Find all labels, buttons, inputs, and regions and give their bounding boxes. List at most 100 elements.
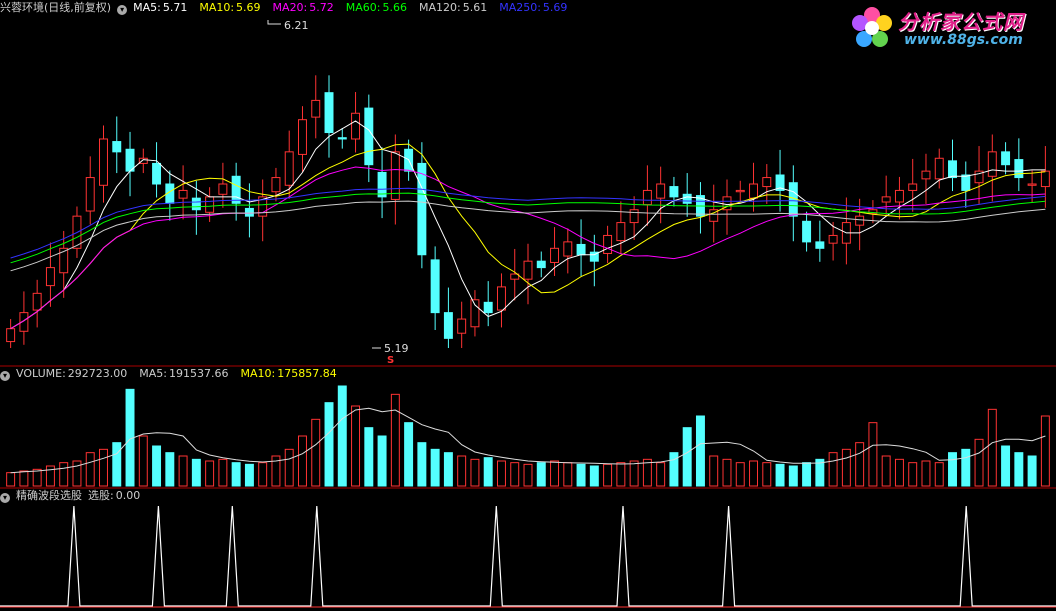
chevron-down-icon[interactable]: ▾ <box>117 5 128 15</box>
indicator-ma10: MA10: 175857.84 <box>241 367 343 380</box>
volume-bar <box>709 455 719 487</box>
volume-bar <box>112 442 122 487</box>
chevron-down-icon[interactable]: ▾ <box>0 371 10 381</box>
volume-bar <box>470 458 480 487</box>
candle-body <box>470 299 480 328</box>
indicator-label: MA10: <box>199 1 235 14</box>
volume-bar <box>921 460 931 487</box>
candle-body <box>271 177 281 193</box>
indicator-ma250: MA250: 5.69 <box>499 1 573 14</box>
volume-bar <box>523 463 533 487</box>
volume-bar <box>908 462 918 487</box>
candle-body <box>948 160 957 179</box>
candle-body <box>881 196 891 203</box>
signal-spike-line <box>0 505 1056 607</box>
volume-bar <box>788 465 798 487</box>
indicator-value: 0.00 <box>115 489 141 502</box>
volume-bar <box>868 422 878 487</box>
candle-body <box>443 312 453 339</box>
chevron-down-icon[interactable]: ▾ <box>0 493 10 503</box>
volume-bar <box>735 462 745 487</box>
volume-bar <box>244 463 254 487</box>
candle-body <box>99 138 108 186</box>
candle-body <box>191 197 201 211</box>
candle-body <box>576 243 586 256</box>
stock-chart[interactable]: 6.21 5.19 S <box>0 0 1056 611</box>
volume-bar <box>390 393 400 487</box>
candle-body <box>417 162 427 256</box>
volume-bar <box>152 445 162 487</box>
candle-body <box>855 215 865 226</box>
candle-body <box>430 259 440 314</box>
main-panel-header: 兴蓉环境(日线,前复权) ▾ MA5: 5.71 MA10: 5.69 MA20: 5.72 M… <box>0 0 585 16</box>
volume-indicators: VOLUME: 292723.00 MA5: 191537.66 MA10: 175857… <box>16 367 349 380</box>
candle-body <box>457 318 467 334</box>
volume-bar <box>337 385 347 487</box>
volume-bar <box>457 455 467 487</box>
signal-line <box>0 505 1056 608</box>
low-price-label: 5.19 <box>384 342 409 355</box>
candle-body <box>802 220 812 243</box>
volume-bar <box>802 462 812 487</box>
indicator-volume: VOLUME: 292723.00 <box>16 367 133 380</box>
volume-bar <box>749 460 758 487</box>
indicator-value: 5.61 <box>462 1 488 14</box>
indicator-label: MA250: <box>499 1 541 14</box>
candle-body <box>324 92 334 134</box>
candle-body <box>390 151 400 200</box>
high-price-arrow <box>267 20 281 25</box>
volume-bar <box>722 458 732 487</box>
volume-bar <box>85 452 95 487</box>
indicator-label: MA20: <box>272 1 308 14</box>
indicator-value: 5.66 <box>382 1 407 14</box>
candle-body <box>523 260 533 280</box>
volume-bar <box>6 472 16 487</box>
volume-bar <box>1027 455 1037 487</box>
volume-bar <box>191 458 201 487</box>
volume-bar <box>32 468 42 487</box>
volume-bar <box>311 418 321 487</box>
indicator-value: 292723.00 <box>67 367 128 380</box>
volume-bar <box>948 452 957 487</box>
candle-body <box>205 196 215 213</box>
candle-body <box>85 177 95 212</box>
candle-body <box>32 292 42 311</box>
volume-bar <box>576 463 586 487</box>
indicator-label: 选股: <box>88 489 114 502</box>
candle-body <box>563 241 573 257</box>
candle-body <box>337 137 347 140</box>
candle-body <box>351 112 361 140</box>
candle-body <box>178 189 188 199</box>
volume-bar <box>828 452 838 487</box>
candle-body <box>815 241 825 249</box>
sell-signal-marker: S <box>387 355 394 366</box>
indicator-label: MA10: <box>240 367 276 380</box>
candle-body <box>762 177 772 188</box>
candle-body <box>1014 159 1024 179</box>
volume-bar <box>364 427 374 487</box>
candle-body <box>45 267 55 287</box>
indicator-value: 191537.66 <box>169 367 229 380</box>
volume-bar <box>855 442 865 487</box>
candle-body <box>656 183 666 199</box>
indicator-value: 5.69 <box>236 1 261 14</box>
candle-body <box>629 209 639 224</box>
volume-bar <box>59 462 69 487</box>
volume-bar <box>974 438 984 487</box>
candle-body <box>961 174 971 191</box>
candle-body <box>125 148 135 172</box>
candle-body <box>682 193 692 204</box>
volume-bar <box>205 460 215 487</box>
candle-body <box>921 170 931 180</box>
indicator-label: MA5: <box>133 1 161 14</box>
volume-bar <box>563 462 573 487</box>
volume-bar <box>231 462 241 487</box>
indicator-ma5: MA5: 191537.66 <box>139 367 234 380</box>
candle-body <box>1027 183 1037 186</box>
candle-body <box>550 247 560 263</box>
volume-bar <box>961 448 971 487</box>
volume-bar <box>894 458 904 487</box>
indicator-value: 5.71 <box>162 1 188 14</box>
volume-bar <box>550 460 560 487</box>
volume-bar <box>284 448 294 487</box>
